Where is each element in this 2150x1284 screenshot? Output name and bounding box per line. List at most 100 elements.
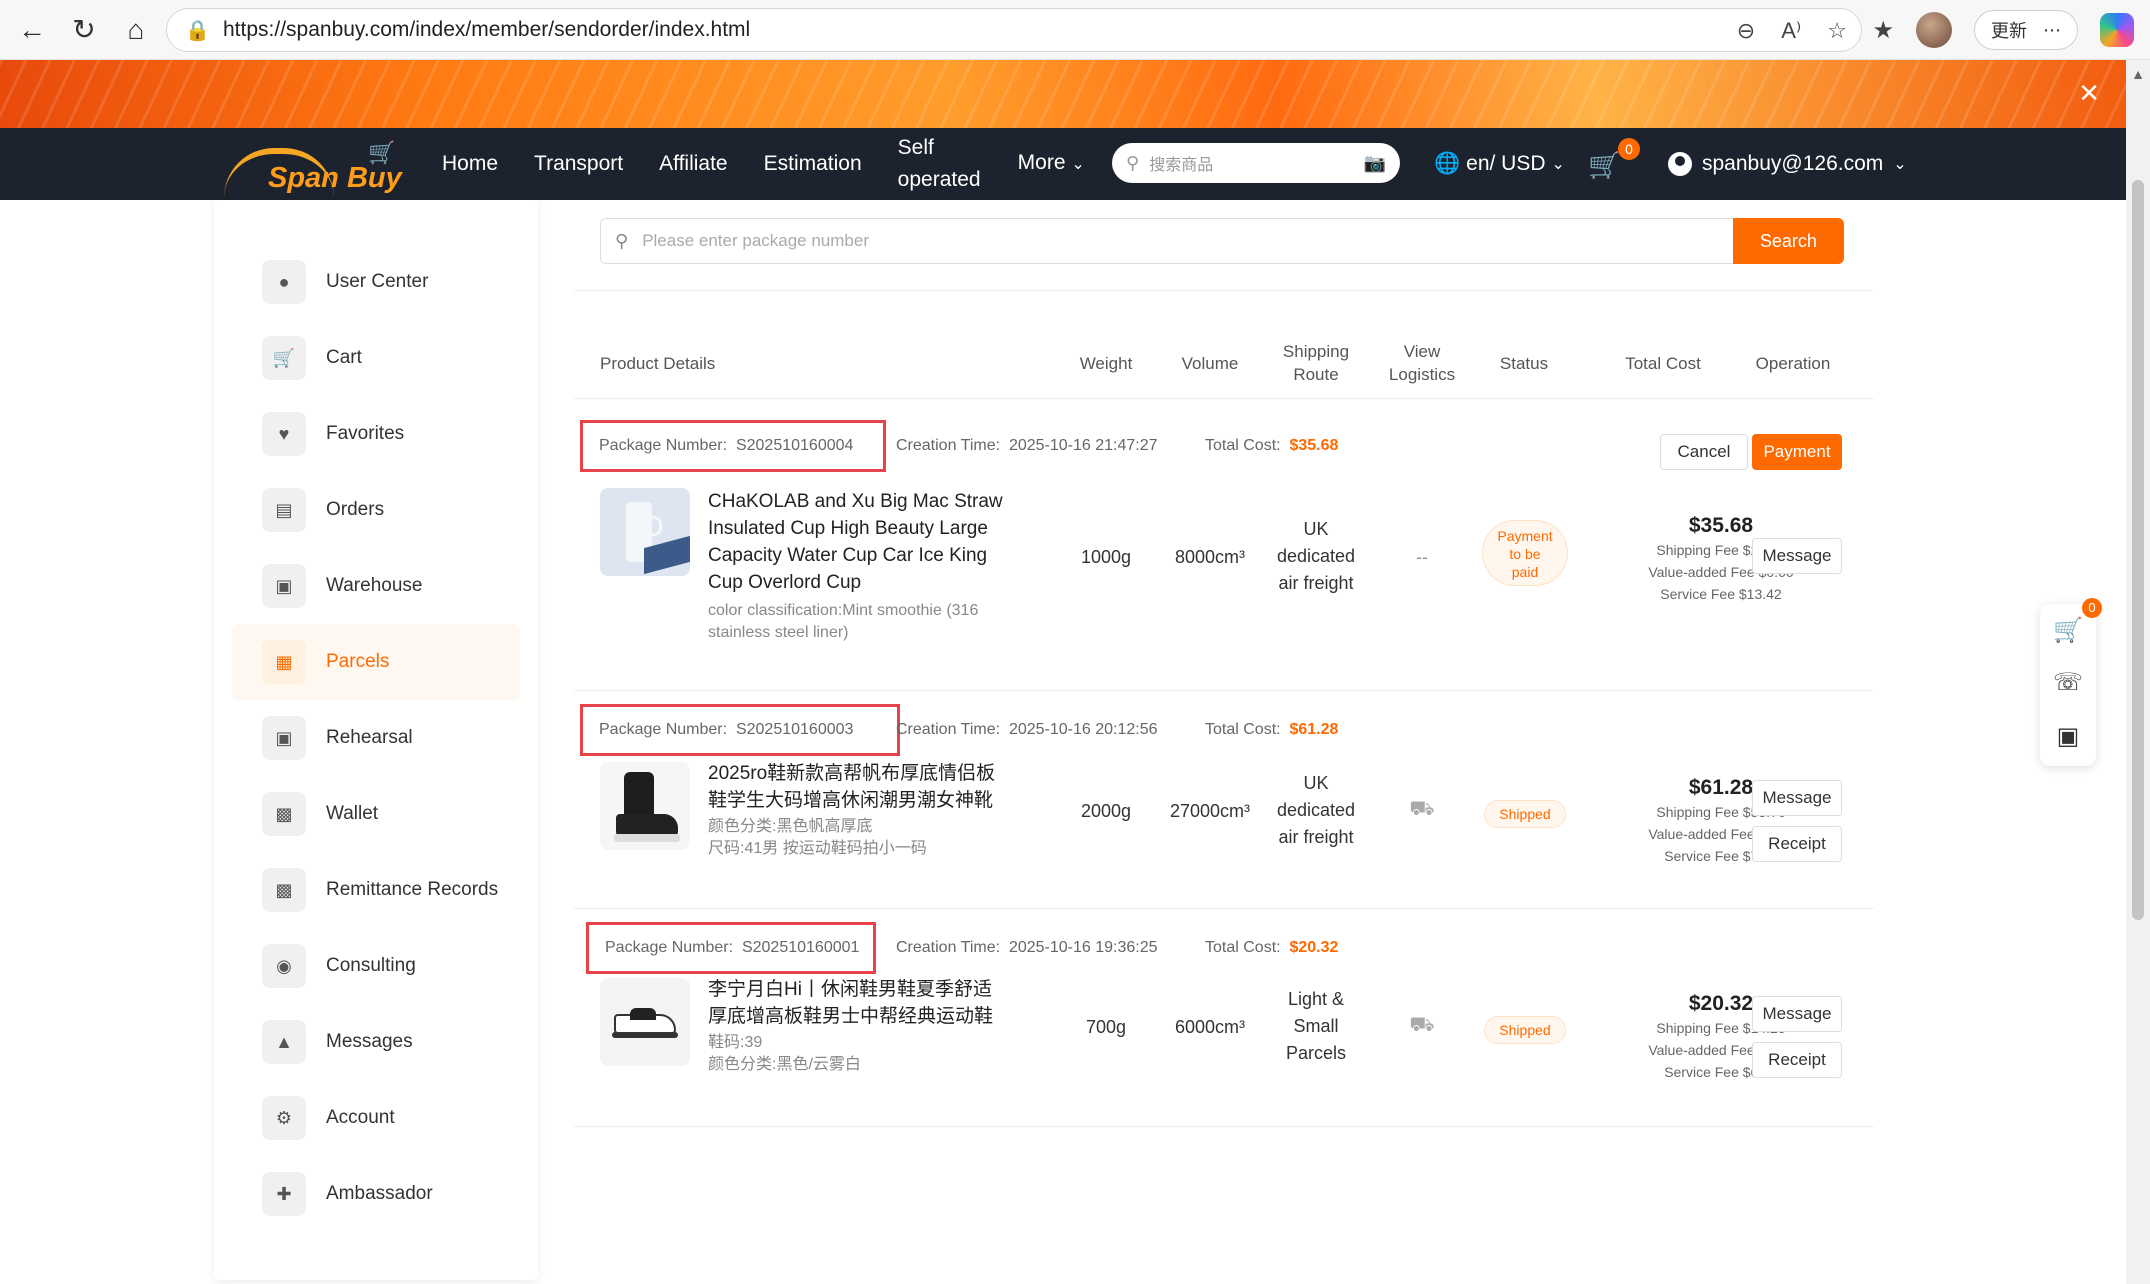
package-number-box: Package Number: S202510160004: [580, 420, 886, 472]
sidebar-item-wallet[interactable]: ▩ Wallet: [232, 776, 520, 852]
sidebar-item-consulting[interactable]: ◉ Consulting: [232, 928, 520, 1004]
status-badge: Shipped: [1484, 800, 1566, 828]
cancel-button[interactable]: Cancel: [1660, 434, 1748, 470]
nav-self-operated[interactable]: Self operated: [898, 132, 988, 196]
profile-avatar[interactable]: [1916, 12, 1952, 48]
update-label: 更新: [1991, 21, 2027, 41]
logo[interactable]: 🛒 Span Buy: [216, 132, 402, 196]
message-button[interactable]: Message: [1752, 996, 1842, 1032]
payment-button[interactable]: Payment: [1752, 434, 1842, 470]
header-operation: Operation: [1755, 354, 1831, 373]
message-button[interactable]: Message: [1752, 780, 1842, 816]
address-bar[interactable]: 🔒 https://spanbuy.com/index/member/sendo…: [166, 8, 1862, 52]
camera-icon[interactable]: 📷: [1364, 153, 1386, 174]
route-line: Parcels: [1285, 1043, 1347, 1063]
home-icon[interactable]: ⌂: [116, 10, 156, 50]
package-number-box: Package Number: S202510160003: [580, 704, 900, 756]
divider: [574, 908, 1874, 909]
sidebar-item-user-center[interactable]: ● User Center: [232, 244, 520, 320]
wallet-icon: ▩: [262, 868, 306, 912]
sidebar-item-rehearsal[interactable]: ▣ Rehearsal: [232, 700, 520, 776]
chat-icon: ◉: [262, 944, 306, 988]
header-product-details: Product Details: [600, 354, 716, 373]
zoom-icon[interactable]: ⊖: [1737, 18, 1755, 44]
header-cart-icon[interactable]: 🛒: [1588, 150, 1620, 181]
sidebar-item-orders[interactable]: ▤ Orders: [232, 472, 520, 548]
product-image[interactable]: [600, 978, 690, 1066]
scroll-up-icon[interactable]: ▲: [2126, 66, 2150, 82]
nav-transport[interactable]: Transport: [534, 148, 623, 180]
status-line: to be: [1509, 546, 1541, 562]
nav-affiliate[interactable]: Affiliate: [659, 148, 728, 180]
promo-banner: ✕: [0, 60, 2126, 128]
page-scrollbar[interactable]: ▲: [2126, 60, 2150, 1284]
sidebar-item-cart[interactable]: 🛒 Cart: [232, 320, 520, 396]
sidebar-item-favorites[interactable]: ♥ Favorites: [232, 396, 520, 472]
discord-icon[interactable]: ▣: [2040, 722, 2096, 751]
truck-icon[interactable]: ⛟: [1364, 798, 1480, 823]
sidebar-item-label: Warehouse: [326, 575, 423, 596]
read-aloud-icon[interactable]: A⁾: [1781, 18, 1801, 44]
nav-estimation[interactable]: Estimation: [764, 148, 862, 180]
total-cost-value: $61.28: [1289, 721, 1339, 738]
package-number-label: Package Number:: [599, 437, 728, 454]
status-badge: Payment to be paid: [1482, 520, 1568, 586]
nav-more[interactable]: More ⌄: [1018, 147, 1085, 181]
sidebar-item-ambassador[interactable]: ✚ Ambassador: [232, 1156, 520, 1232]
sidebar-item-label: Orders: [326, 499, 385, 520]
favorites-icon[interactable]: ★: [1872, 16, 1894, 45]
creation-time-value: 2025-10-16 20:12:56: [1008, 721, 1158, 738]
sidebar-item-account[interactable]: ⚙ Account: [232, 1080, 520, 1156]
heart-icon: ♥: [262, 412, 306, 456]
archive-icon: ▣: [262, 564, 306, 608]
bell-icon: ▲: [262, 1020, 306, 1064]
scrollbar-thumb[interactable]: [2132, 180, 2144, 920]
product-image[interactable]: [600, 488, 690, 576]
close-icon[interactable]: ✕: [2078, 78, 2100, 109]
globe-icon: 🌐: [1434, 152, 1461, 175]
sidebar-item-label: User Center: [326, 271, 429, 292]
sidebar-item-warehouse[interactable]: ▣ Warehouse: [232, 548, 520, 624]
language-currency-selector[interactable]: 🌐 en/ USD ⌄: [1434, 128, 1565, 200]
product-title[interactable]: 2025ro鞋新款高帮帆布厚底情侣板鞋学生大码增高休闲潮男潮女神靴: [708, 760, 1008, 814]
package-number-input[interactable]: ⚲ Please enter package number: [600, 218, 1733, 264]
logo-text: Span Buy: [268, 162, 402, 194]
package-number-value: S202510160004: [735, 437, 854, 454]
product-search-placeholder: 搜索商品: [1149, 157, 1214, 174]
product-image[interactable]: [600, 762, 690, 850]
product-size: 尺码:41男 按运动鞋码拍小一码: [708, 840, 927, 857]
service-fee: Service Fee $13.42: [1660, 586, 1782, 602]
update-button[interactable]: 更新 ⋯: [1974, 10, 2078, 50]
nav-home[interactable]: Home: [442, 148, 498, 180]
divider: [574, 290, 1874, 291]
product-title[interactable]: 李宁月白Hi丨休闲鞋男鞋夏季舒适厚底增高板鞋男士中帮经典运动鞋: [708, 976, 1008, 1030]
sidebar-item-label: Favorites: [326, 423, 405, 444]
search-button[interactable]: Search: [1732, 218, 1844, 264]
product-title[interactable]: CHaKOLAB and Xu Big Mac Straw Insulated …: [708, 488, 1008, 596]
product-variant: 颜色分类:黑色/云雾白: [708, 1056, 861, 1073]
sidebar-item-label: Account: [326, 1107, 395, 1128]
package-number-box: Package Number: S202510160001: [586, 922, 876, 974]
route-line: UK: [1303, 519, 1329, 539]
receipt-button[interactable]: Receipt: [1752, 826, 1842, 862]
package-price: $35.68: [1688, 514, 1754, 537]
cart-icon[interactable]: 🛒: [2040, 616, 2096, 645]
creation-time-value: 2025-10-16 19:36:25: [1008, 939, 1158, 956]
sidebar-item-remittance-records[interactable]: ▩ Remittance Records: [232, 852, 520, 928]
headset-icon[interactable]: ☏: [2040, 668, 2096, 697]
sidebar-item-messages[interactable]: ▲ Messages: [232, 1004, 520, 1080]
receipt-button[interactable]: Receipt: [1752, 1042, 1842, 1078]
product-variant: 颜色分类:黑色帆高厚底: [708, 818, 873, 835]
total-cost-value: $35.68: [1289, 437, 1339, 454]
product-search-input[interactable]: ⚲ 搜索商品 📷: [1112, 143, 1400, 183]
route-line: Small: [1293, 1016, 1339, 1036]
truck-icon[interactable]: ⛟: [1364, 1014, 1480, 1039]
sidebar-item-label: Remittance Records: [326, 879, 499, 900]
message-button[interactable]: Message: [1752, 538, 1842, 574]
sidebar-item-parcels[interactable]: ▦ Parcels: [232, 624, 520, 700]
favorite-star-icon[interactable]: ☆: [1827, 18, 1847, 44]
account-menu[interactable]: spanbuy@126.com ⌄: [1668, 128, 1907, 200]
back-icon[interactable]: ←: [12, 10, 52, 50]
copilot-icon[interactable]: [2100, 13, 2134, 47]
reload-icon[interactable]: ↻: [64, 10, 104, 50]
